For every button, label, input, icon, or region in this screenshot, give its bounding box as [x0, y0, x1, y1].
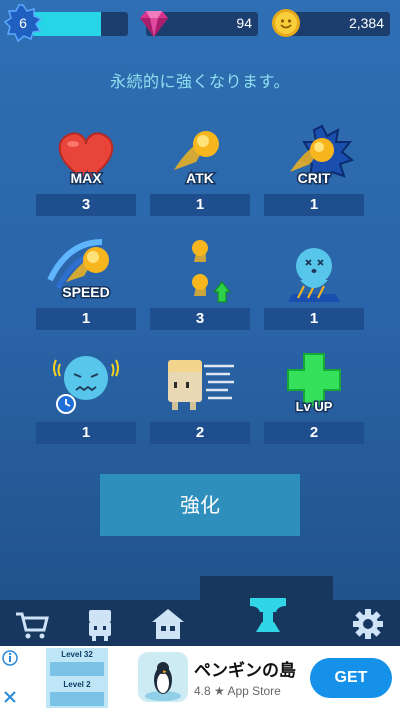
upgrade-level: 1 — [264, 194, 364, 216]
ad-app-rating: 4.8 ★ App Store — [194, 684, 281, 698]
upgrade-label: SPEED — [62, 284, 109, 300]
coin-icon — [272, 9, 300, 37]
gem-icon — [140, 11, 168, 37]
coin-count: 2,384 — [348, 15, 384, 31]
bottom-nav — [0, 600, 400, 646]
xp-bar-fill — [32, 12, 102, 36]
gear-icon — [353, 609, 383, 639]
nav-home[interactable] — [148, 606, 188, 642]
ad-gameplay-thumbnail: Level 32 Level 2 — [46, 648, 108, 708]
upgrade-level: 1 — [264, 308, 364, 330]
gem-count: 94 — [236, 15, 252, 31]
upgrade-level: 3 — [36, 194, 136, 216]
ad-app-title: ペンギンの島 — [194, 661, 296, 681]
dash-character-icon — [150, 350, 250, 422]
multi-shot-icon — [150, 236, 250, 308]
nav-settings[interactable] — [348, 606, 388, 642]
cart-icon — [16, 612, 49, 639]
upgrade-level: 3 — [150, 308, 250, 330]
anvil-icon — [250, 598, 286, 632]
nav-character[interactable] — [80, 606, 120, 642]
ad-info-icon[interactable] — [2, 648, 18, 708]
upgrade-level: 1 — [150, 194, 250, 216]
character-icon — [89, 610, 111, 641]
home-icon — [152, 609, 184, 639]
upgrade-button[interactable]: 強化 — [100, 474, 300, 536]
ad-get-button[interactable]: GET — [310, 658, 392, 698]
upgrade-label: MAX — [70, 170, 102, 186]
page-subtitle: 永続的に強くなります。 — [110, 72, 290, 91]
upgrade-label: CRIT — [298, 170, 331, 186]
crit-fireball-icon: CRIT — [264, 122, 364, 194]
heart-icon: MAX — [36, 122, 136, 194]
fireball-icon: ATK — [150, 122, 250, 194]
upgrade-label: Lv UP — [296, 399, 333, 414]
speed-fireball-icon: SPEED — [36, 236, 136, 308]
nav-forge[interactable] — [246, 592, 290, 636]
level-up-cross-icon: Lv UP — [264, 350, 364, 422]
ad-banner[interactable]: Level 32 Level 2 ペンギンの島 4.8 ★ App Store … — [0, 646, 400, 710]
upgrade-level: 2 — [264, 422, 364, 444]
stunned-enemy-icon — [264, 236, 364, 308]
upgrade-label: ATK — [186, 170, 214, 186]
top-status-bar: 6 94 2,384 — [0, 0, 400, 46]
nav-shop[interactable] — [12, 606, 52, 642]
upgrade-level: 1 — [36, 308, 136, 330]
level-badge-icon: 6 — [4, 4, 42, 42]
frozen-enemy-timer-icon — [36, 350, 136, 422]
xp-bar — [32, 12, 128, 36]
upgrade-level: 2 — [150, 422, 250, 444]
level-number: 6 — [19, 15, 27, 31]
upgrade-level: 1 — [36, 422, 136, 444]
penguin-app-icon — [138, 652, 188, 702]
